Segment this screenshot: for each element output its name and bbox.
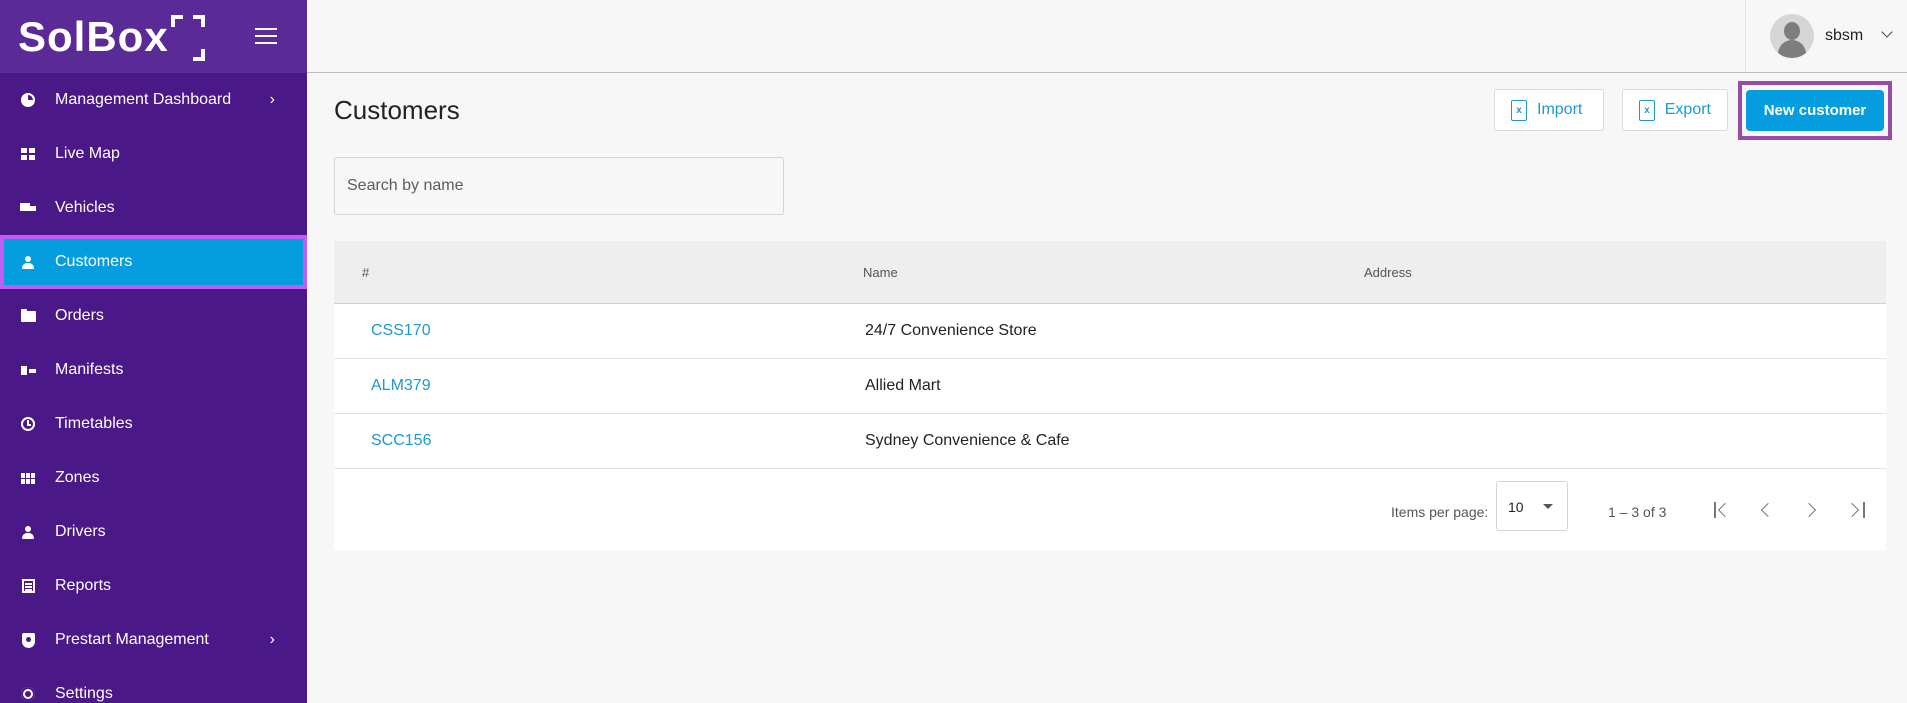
import-button[interactable]: x Import [1494, 89, 1604, 131]
user-name: sbsm [1825, 27, 1864, 44]
page-range: 1 – 3 of 3 [1608, 504, 1667, 520]
customer-name: Allied Mart [865, 377, 941, 394]
customer-id-link[interactable]: ALM379 [371, 377, 431, 395]
column-header-id[interactable]: # [362, 265, 369, 280]
avatar [1770, 14, 1814, 58]
excel-file-icon: x [1511, 99, 1527, 121]
column-header-name[interactable]: Name [863, 265, 898, 280]
sidebar-item-label: Live Map [55, 145, 120, 162]
import-label: Import [1537, 101, 1583, 118]
report-icon [20, 578, 36, 594]
sidebar-item-live-map[interactable]: Live Map [0, 127, 307, 181]
menu-toggle-icon[interactable] [255, 28, 277, 44]
items-per-page-value: 10 [1508, 499, 1524, 515]
search-input[interactable] [334, 157, 784, 215]
chevron-right-icon: › [269, 631, 275, 648]
sidebar-item-label: Management Dashboard [55, 91, 232, 108]
gear-icon [20, 686, 36, 702]
sidebar-item-drivers[interactable]: Drivers [0, 505, 307, 559]
customer-name: Sydney Convenience & Cafe [865, 432, 1070, 449]
new-customer-highlight: New customer [1738, 81, 1892, 140]
sidebar-item-label: Manifests [55, 361, 124, 378]
user-menu[interactable]: sbsm [1745, 0, 1907, 72]
sidebar-item-prestart-management[interactable]: Prestart Management › [0, 613, 307, 667]
chevron-right-icon: › [269, 91, 275, 108]
customer-name: 24/7 Convenience Store [865, 322, 1037, 339]
sidebar-item-label: Customers [55, 253, 133, 270]
items-per-page-select[interactable]: 10 [1496, 481, 1568, 531]
sidebar-item-reports[interactable]: Reports [0, 559, 307, 613]
brand-bracket-icon [170, 14, 205, 61]
zones-icon [20, 470, 36, 486]
person-icon [20, 524, 36, 540]
items-per-page-label: Items per page: [1391, 504, 1489, 520]
sidebar-item-zones[interactable]: Zones [0, 451, 307, 505]
brand-name: SolBox [18, 12, 169, 60]
dropdown-arrow-icon [1543, 504, 1553, 509]
last-page-icon [1844, 502, 1860, 518]
customers-table: # Name Address CSS170 24/7 Convenience S… [334, 241, 1886, 550]
previous-page-button[interactable] [1753, 495, 1783, 525]
chevron-down-icon [1881, 26, 1893, 38]
last-page-button[interactable] [1843, 495, 1873, 525]
page-title: Customers [334, 95, 460, 125]
chevron-right-icon [1801, 502, 1817, 518]
first-page-button[interactable] [1708, 495, 1738, 525]
sidebar-item-label: Settings [55, 685, 113, 702]
new-customer-button[interactable]: New customer [1746, 90, 1884, 131]
sidebar-item-label: Reports [55, 577, 112, 594]
export-label: Export [1664, 101, 1711, 118]
sidebar-item-manifests[interactable]: Manifests [0, 343, 307, 397]
column-header-address[interactable]: Address [1364, 265, 1412, 280]
sidebar-item-label: Prestart Management [55, 631, 209, 648]
table-row[interactable]: ALM379 Allied Mart [334, 359, 1886, 414]
clock-icon [20, 416, 36, 432]
sidebar-item-timetables[interactable]: Timetables [0, 397, 307, 451]
customer-id-link[interactable]: CSS170 [371, 322, 431, 340]
truck-icon [20, 200, 36, 216]
dashboard-icon [20, 146, 36, 162]
excel-file-icon: x [1639, 99, 1655, 121]
sidebar-item-label: Zones [55, 469, 100, 486]
manifest-icon [20, 362, 36, 378]
brand-header: SolBox [0, 0, 307, 73]
table-row[interactable]: CSS170 24/7 Convenience Store [334, 304, 1886, 359]
customer-id-link[interactable]: SCC156 [371, 432, 431, 450]
first-page-icon [1717, 502, 1733, 518]
sidebar-item-orders[interactable]: Orders [0, 289, 307, 343]
person-icon [20, 254, 36, 270]
sidebar: SolBox Management Dashboard › Live Map V… [0, 0, 307, 703]
brand-logo[interactable]: SolBox [18, 13, 205, 61]
pie-chart-icon [20, 92, 36, 108]
top-bar: sbsm [307, 0, 1907, 73]
sidebar-item-label: Orders [55, 307, 104, 324]
table-header: # Name Address [334, 241, 1886, 304]
sidebar-item-customers[interactable]: Customers [0, 235, 307, 289]
shield-icon [20, 632, 36, 648]
next-page-button[interactable] [1798, 495, 1828, 525]
sidebar-item-label: Drivers [55, 523, 106, 540]
export-button[interactable]: x Export [1622, 89, 1728, 131]
sidebar-item-management-dashboard[interactable]: Management Dashboard › [0, 73, 307, 127]
sidebar-item-settings[interactable]: Settings [0, 667, 307, 703]
table-row[interactable]: SCC156 Sydney Convenience & Cafe [334, 414, 1886, 469]
sidebar-nav: Management Dashboard › Live Map Vehicles… [0, 73, 307, 703]
paginator: Items per page: 10 1 – 3 of 3 [334, 470, 1886, 550]
chevron-left-icon [1760, 502, 1776, 518]
folder-icon [20, 308, 36, 324]
sidebar-item-vehicles[interactable]: Vehicles [0, 181, 307, 235]
sidebar-item-label: Vehicles [55, 199, 115, 216]
sidebar-item-label: Timetables [55, 415, 133, 432]
